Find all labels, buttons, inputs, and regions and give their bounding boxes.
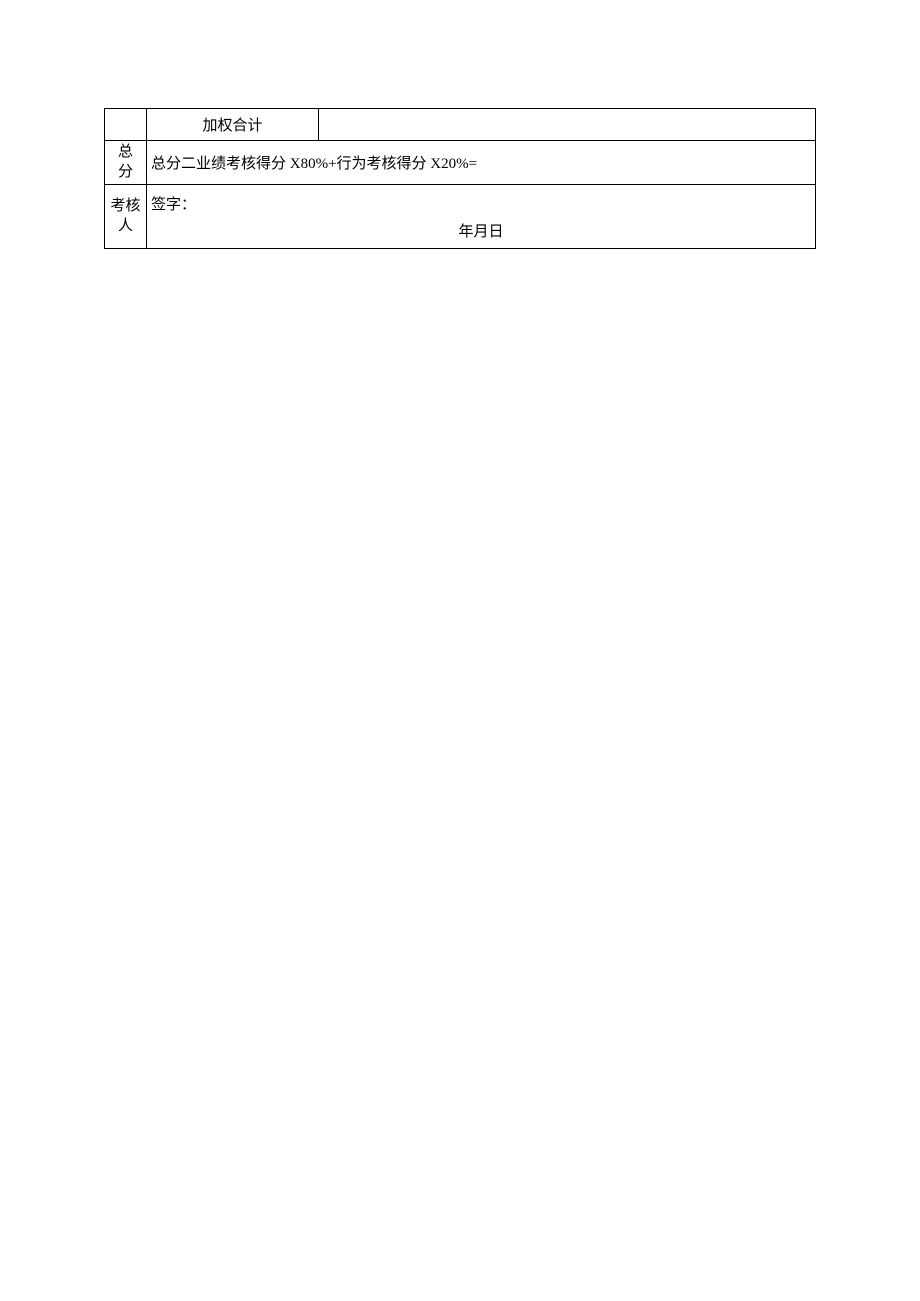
table-row: 加权合计	[105, 109, 816, 141]
total-score-label-cell: 总 分	[105, 141, 147, 185]
table-row: 总 分 总分二业绩考核得分 X80%+行为考核得分 X20%=	[105, 141, 816, 185]
row1-label-cell	[105, 109, 147, 141]
weighted-total-cell: 加权合计	[147, 109, 319, 141]
total-score-label-char2: 分	[105, 163, 146, 183]
weighted-total-label: 加权合计	[202, 118, 262, 134]
assessor-label-cell: 考核 人	[105, 185, 147, 249]
row1-value-cell	[319, 109, 816, 141]
document-page: 加权合计 总 分 总分二业绩考核得分 X80%+行为考核得分 X20%= 考核 …	[0, 0, 920, 249]
assessor-content-cell: 签字： 年月日	[147, 185, 816, 249]
assessor-label-char2: 人	[105, 217, 146, 237]
assessor-label-char1: 考核	[105, 197, 146, 217]
date-label: 年月日	[151, 220, 811, 241]
assessment-table: 加权合计 总 分 总分二业绩考核得分 X80%+行为考核得分 X20%= 考核 …	[104, 108, 816, 249]
total-score-formula-cell: 总分二业绩考核得分 X80%+行为考核得分 X20%=	[147, 141, 816, 185]
table-row: 考核 人 签字： 年月日	[105, 185, 816, 249]
total-score-label-char1: 总	[105, 143, 146, 163]
total-score-formula: 总分二业绩考核得分 X80%+行为考核得分 X20%=	[151, 156, 477, 172]
signature-label: 签字：	[151, 193, 811, 214]
